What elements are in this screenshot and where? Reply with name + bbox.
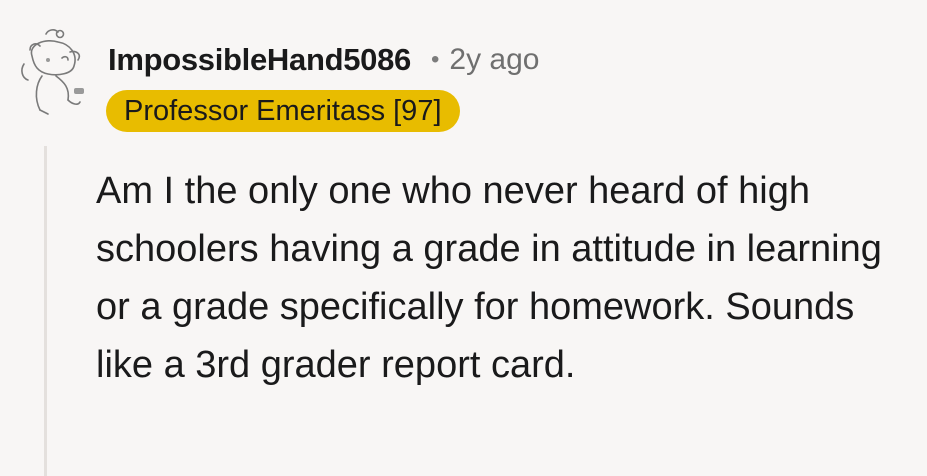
- comment: ImpossibleHand5086 • 2y ago Professor Em…: [0, 0, 927, 476]
- user-flair-badge: Professor Emeritass [97]: [106, 90, 460, 132]
- separator-dot: •: [431, 46, 440, 73]
- username-link[interactable]: ImpossibleHand5086: [108, 42, 411, 78]
- thread-line[interactable]: [44, 146, 47, 476]
- snoo-avatar-icon[interactable]: [18, 26, 88, 116]
- comment-meta: ImpossibleHand5086 • 2y ago: [108, 40, 539, 80]
- comment-body: Am I the only one who never heard of hig…: [96, 170, 882, 386]
- timestamp[interactable]: 2y ago: [449, 43, 539, 77]
